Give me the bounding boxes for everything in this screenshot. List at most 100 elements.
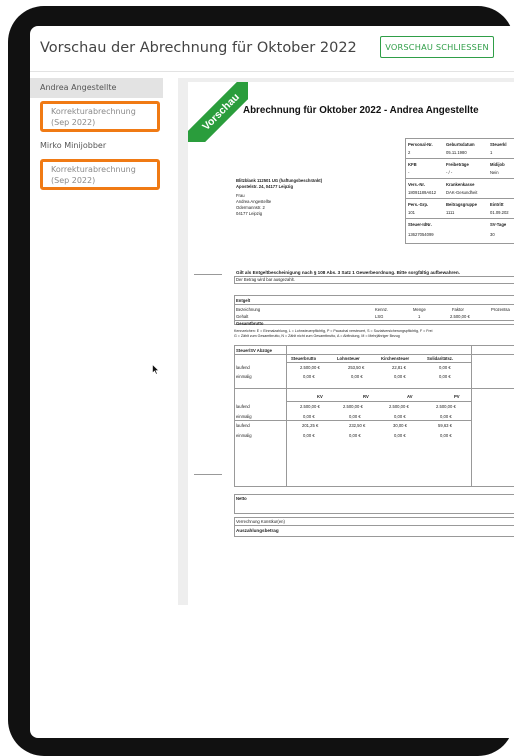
entgelt-col-header: Bezeichnung (236, 307, 261, 312)
entgeltbescheinigung-notice: Gilt als Entgeltbescheinigung nach § 108… (236, 270, 460, 275)
info-value: 101 (408, 210, 415, 215)
recipient-line: Andrea Angestellte (236, 199, 272, 204)
auszahlung-divider (234, 525, 514, 526)
document-preview[interactable]: Vorschau Abrechnung für Oktober 2022 - A… (178, 78, 514, 605)
sv-row-label: laufend (236, 404, 250, 409)
sv-cell: 0,00 € (303, 414, 315, 419)
sidebar-person-andrea[interactable]: Andrea Angestellte (30, 78, 163, 98)
info-value: Nein (490, 170, 499, 175)
sv-cell: 0,00 € (394, 433, 406, 438)
sidebar-item-korrektur-andrea[interactable]: Korrekturabrechnung (Sep 2022) (40, 101, 160, 132)
fold-mark (194, 474, 222, 475)
document-title: Abrechnung für Oktober 2022 - Andrea Ang… (243, 105, 479, 116)
info-label: Eintritt (490, 202, 504, 207)
sv-col-header: AV (407, 394, 413, 399)
steuer-cell: 0,00 € (303, 374, 315, 379)
sv-cell: 201,25 € (302, 423, 319, 428)
mouse-cursor-icon (152, 364, 160, 375)
sv-divider (234, 420, 471, 421)
modal-title: Vorschau der Abrechnung für Oktober 2022 (40, 40, 357, 56)
steuer-divider (286, 362, 471, 363)
info-label: Personal-Nr. (408, 142, 433, 147)
sidebar-item-sublabel: (Sep 2022) (51, 176, 96, 185)
info-value: - (408, 170, 410, 175)
steuer-sv-table (234, 345, 514, 487)
sv-row-label: einmalig (236, 414, 252, 419)
info-label: Midijob (490, 162, 505, 167)
info-table-divider (405, 158, 514, 159)
employer-name: Blitzblank 112501 UG (haftungsbeschränkt… (236, 178, 323, 183)
sidebar-item-sublabel: (Sep 2022) (51, 118, 96, 127)
info-value: 18091189A612 (408, 190, 437, 195)
verrechnung-label: Verrechnung Konstkur(en) (236, 519, 285, 524)
preview-ribbon-label: Vorschau (188, 82, 248, 142)
sidebar-person-mirko[interactable]: Mirko Minijobber (30, 136, 163, 156)
sidebar-item-korrektur-mirko[interactable]: Korrekturabrechnung (Sep 2022) (40, 159, 160, 190)
gesamtbrutto-label: Gesamtbrutto (236, 321, 264, 326)
steuer-divider (286, 345, 287, 487)
sidebar-item-label: Korrekturabrechnung (51, 107, 136, 116)
employer-address: Apostelstr. 24, 04177 Leipzig (236, 184, 294, 189)
sv-cell: 2.500,00 € (436, 404, 456, 409)
info-label: Geburtsdatum (446, 142, 475, 147)
info-value: 1 (490, 150, 493, 155)
info-value: 13627054099 (408, 232, 434, 237)
sv-cell: 30,00 € (393, 423, 407, 428)
entgelt-row-cell: LSG (375, 314, 384, 319)
entgelt-col-header: Prozentsa (491, 307, 510, 312)
payment-note: Der Betrag wird bar ausgezahlt. (236, 277, 295, 282)
steuer-col-header: Lohnsteuer (337, 356, 360, 361)
info-value: 05.11.1980 (446, 150, 467, 155)
screen: Vorschau der Abrechnung für Oktober 2022… (30, 26, 514, 738)
info-value: - / - (446, 170, 453, 175)
kennzeichen-note: G = Zählt zum Gesamtbrutto, N = Zählt ni… (234, 334, 400, 338)
info-label: KFB (408, 162, 417, 167)
info-value: 1111 (446, 210, 455, 215)
steuer-col-header: Solidaritätsz. (427, 356, 454, 361)
netto-box (234, 494, 514, 514)
info-label: Steuer-IdNr. (408, 222, 432, 227)
sidebar-item-label: Korrekturabrechnung (51, 165, 136, 174)
sv-cell: 0,00 € (394, 414, 406, 419)
info-label: Vers.-Nr. (408, 182, 425, 187)
sv-divider (234, 388, 514, 389)
entgelt-heading: Entgelt (236, 298, 251, 303)
entgelt-row-cell: Gehalt (236, 314, 249, 319)
steuer-cell: 22,81 € (392, 365, 406, 370)
sv-cell: 2.500,00 € (343, 404, 363, 409)
preview-ribbon: Vorschau (188, 82, 248, 142)
netto-label: Netto (236, 496, 247, 501)
sv-row-label: einmalig (236, 433, 252, 438)
sv-cell: 0,00 € (440, 414, 452, 419)
steuer-row-label: laufend (236, 365, 250, 370)
sv-cell: 0,00 € (349, 433, 361, 438)
sv-col-header: KV (317, 394, 323, 399)
recipient-line: Frau (236, 193, 245, 198)
steuer-col-header: Steuerbrutto (291, 356, 317, 361)
sv-cell: 232,50 € (349, 423, 366, 428)
sv-cell: 0,00 € (303, 433, 315, 438)
sv-cell: 2.500,00 € (389, 404, 409, 409)
sv-row-label: laufend (236, 423, 250, 428)
fold-mark (194, 274, 222, 275)
info-table-divider (405, 218, 514, 219)
sv-cell: 0,00 € (349, 414, 361, 419)
sv-cell: 2.500,00 € (300, 404, 320, 409)
entgelt-col-header: Faktor (452, 307, 464, 312)
steuer-cell: 0,00 € (394, 374, 406, 379)
info-label: Freibeträge (446, 162, 469, 167)
entgelt-col-header: Menge (413, 307, 426, 312)
entgelt-row-cell: 1 (418, 314, 421, 319)
sv-cell: 0,00 € (440, 433, 452, 438)
modal-header: Vorschau der Abrechnung für Oktober 2022… (30, 26, 514, 72)
sv-col-header: PV (454, 394, 460, 399)
steuer-cell: 0,00 € (439, 374, 451, 379)
info-label: SV-Tage (490, 222, 507, 227)
entgelt-divider (234, 304, 514, 305)
info-value: 01.09.202 (490, 210, 509, 215)
info-label: Krankenkasse (446, 182, 475, 187)
steuer-divider (471, 345, 472, 487)
sv-divider (286, 401, 471, 402)
close-preview-button[interactable]: VORSCHAU SCHLIESSEN (380, 36, 494, 58)
auszahlungsbetrag-label: Auszahlungsbetrag (236, 528, 279, 533)
